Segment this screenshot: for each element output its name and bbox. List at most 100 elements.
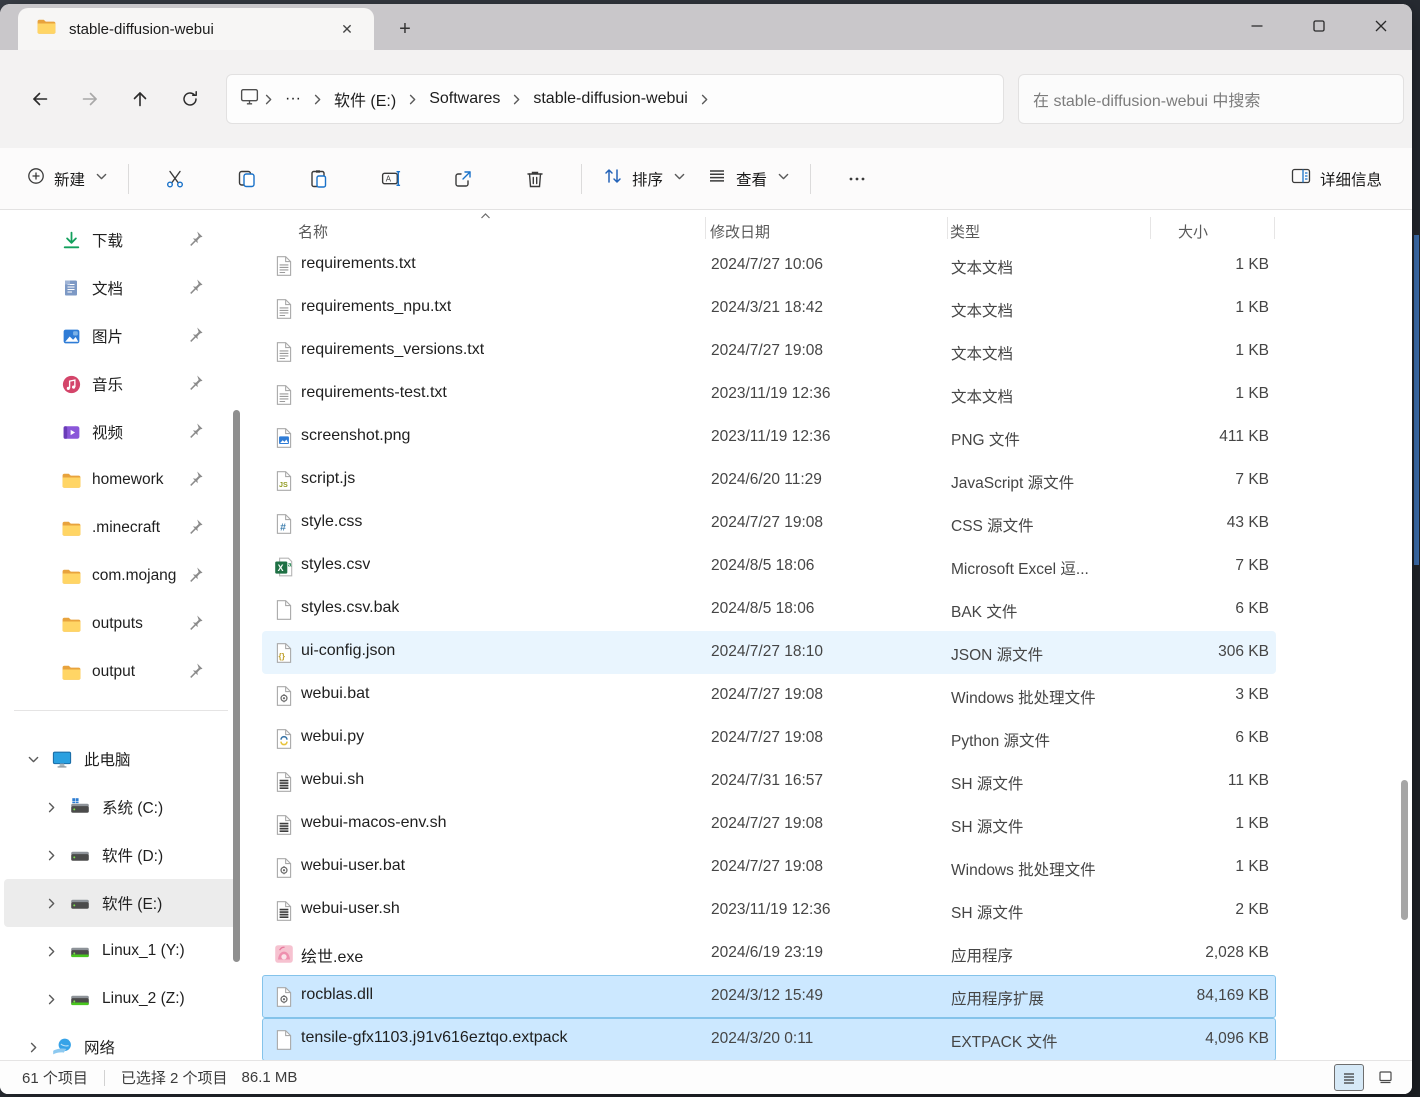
view-button[interactable]: 查看 [696,157,800,200]
column-divider[interactable] [705,217,706,239]
tree-item-label: 系统 (C:) [102,796,163,818]
tree-item-系统 (C:)[interactable]: 系统 (C:) [4,783,238,831]
column-header-date[interactable]: 修改日期 [710,221,770,242]
sidebar-scrollbar[interactable] [233,410,240,962]
breadcrumb-item[interactable]: stable-diffusion-webui [525,86,695,112]
refresh-button[interactable] [168,79,212,119]
sidebar-item-homework[interactable]: homework [4,456,238,504]
file-name: screenshot.png [301,427,410,445]
folder-icon [60,565,82,587]
more-options-button[interactable] [833,159,881,199]
sidebar-item-下载[interactable]: 下载 [4,216,238,264]
file-row[interactable]: requirements-test.txt 2023/11/19 12:36 文… [262,373,1276,416]
file-row[interactable]: JS script.js 2024/6/20 11:29 JavaScript … [262,459,1276,502]
tree-item-软件 (E:)[interactable]: 软件 (E:) [4,879,238,927]
sh-file-icon [273,771,295,793]
column-divider[interactable] [947,217,948,239]
breadcrumb-item[interactable]: ··· [277,86,309,112]
tab-close-icon[interactable]: ✕ [334,16,360,42]
up-button[interactable] [118,79,162,119]
column-divider[interactable] [1150,217,1151,239]
file-row[interactable]: webui.sh 2024/7/31 16:57 SH 源文件 11 KB [262,760,1276,803]
explorer-tab[interactable]: stable-diffusion-webui ✕ [18,8,374,50]
breadcrumb-item[interactable]: 软件 (E:) [326,83,404,115]
details-view-toggle[interactable] [1334,1064,1364,1091]
new-button[interactable]: 新建 [16,158,118,199]
sh-file-icon [273,814,295,836]
file-size: 2,028 KB [1205,944,1269,962]
sidebar-item-output[interactable]: output [4,648,238,696]
file-row[interactable]: requirements.txt 2024/7/27 10:06 文本文档 1 … [262,244,1276,287]
column-header-name[interactable]: 名称 [298,221,328,242]
chevron-right-icon[interactable] [40,897,62,910]
delete-button[interactable] [511,159,559,199]
command-toolbar: 新建 A 排序 查看 [0,148,1412,210]
file-row[interactable]: webui-user.sh 2023/11/19 12:36 SH 源文件 2 … [262,889,1276,932]
column-divider[interactable] [1274,217,1275,239]
file-row[interactable]: webui.bat 2024/7/27 19:08 Windows 批处理文件 … [262,674,1276,717]
file-row[interactable]: requirements_npu.txt 2024/3/21 18:42 文本文… [262,287,1276,330]
window-controls [1226,4,1412,48]
file-size: 1 KB [1235,256,1269,274]
share-button[interactable] [439,159,487,199]
chevron-right-icon[interactable] [22,1041,44,1054]
file-row[interactable]: tensile-gfx1103.j91v616eztqo.extpack 202… [262,1018,1276,1060]
tree-item-此电脑[interactable]: 此电脑 [4,735,238,783]
file-row[interactable]: styles.csv.bak 2024/8/5 18:06 BAK 文件 6 K… [262,588,1276,631]
file-row[interactable]: webui.py 2024/7/27 19:08 Python 源文件 6 KB [262,717,1276,760]
file-list-pane: 名称 修改日期 类型 大小 requirements.txt 2024/7/27… [242,210,1412,1060]
rename-button[interactable]: A [367,159,415,199]
file-row[interactable]: screenshot.png 2023/11/19 12:36 PNG 文件 4… [262,416,1276,459]
file-row[interactable]: # style.css 2024/7/27 19:08 CSS 源文件 43 K… [262,502,1276,545]
sidebar-item-图片[interactable]: 图片 [4,312,238,360]
sidebar-item-视频[interactable]: 视频 [4,408,238,456]
computer-icon [50,748,74,770]
item-count: 61 个项目 [22,1067,88,1088]
cut-button[interactable] [151,159,199,199]
file-row[interactable]: Xa styles.csv 2024/8/5 18:06 Microsoft E… [262,545,1276,588]
file-row[interactable]: webui-macos-env.sh 2024/7/27 19:08 SH 源文… [262,803,1276,846]
file-name: style.css [301,513,362,531]
sidebar-item-label: 文档 [92,277,123,299]
txt-file-icon [273,255,295,277]
txt-file-icon [273,298,295,320]
sidebar-item-文档[interactable]: 文档 [4,264,238,312]
file-row[interactable]: rocblas.dll 2024/3/12 15:49 应用程序扩展 84,16… [262,975,1276,1018]
tree-item-网络[interactable]: 网络 [4,1023,238,1060]
tree-item-Linux_1 (Y:)[interactable]: Linux_1 (Y:) [4,927,238,975]
chevron-right-icon[interactable] [40,945,62,958]
minimize-button[interactable] [1226,4,1288,48]
file-date-modified: 2024/8/5 18:06 [711,600,814,618]
forward-button[interactable] [68,79,112,119]
file-row[interactable]: 绘世.exe 2024/6/19 23:19 应用程序 2,028 KB [262,932,1276,975]
file-list-scrollbar[interactable] [1401,780,1408,920]
new-tab-button[interactable]: + [388,14,422,44]
column-header-size[interactable]: 大小 [1178,221,1208,242]
address-bar[interactable]: ··· 软件 (E:) Softwares stable-diffusion-webu… [226,74,1004,124]
tree-item-Linux_2 (Z:)[interactable]: Linux_2 (Z:) [4,975,238,1023]
maximize-button[interactable] [1288,4,1350,48]
sort-button[interactable]: 排序 [592,157,696,200]
back-button[interactable] [18,79,62,119]
close-button[interactable] [1350,4,1412,48]
sidebar-item-.minecraft[interactable]: .minecraft [4,504,238,552]
sidebar-item-outputs[interactable]: outputs [4,600,238,648]
copy-button[interactable] [223,159,271,199]
details-pane-button[interactable]: 详细信息 [1280,157,1392,200]
chevron-down-icon[interactable] [22,753,44,766]
chevron-right-icon[interactable] [40,849,62,862]
chevron-right-icon [404,93,421,106]
column-header-type[interactable]: 类型 [950,221,980,242]
chevron-right-icon[interactable] [40,993,62,1006]
breadcrumb-item[interactable]: Softwares [421,86,508,112]
file-row[interactable]: {} ui-config.json 2024/7/27 18:10 JSON 源… [262,631,1276,674]
chevron-right-icon[interactable] [40,801,62,814]
large-icons-view-toggle[interactable] [1370,1064,1400,1091]
sidebar-item-音乐[interactable]: 音乐 [4,360,238,408]
search-box[interactable]: 在 stable-diffusion-webui 中搜索 [1018,74,1404,124]
sidebar-item-com.mojang[interactable]: com.mojang [4,552,238,600]
tree-item-软件 (D:)[interactable]: 软件 (D:) [4,831,238,879]
paste-button[interactable] [295,159,343,199]
file-row[interactable]: requirements_versions.txt 2024/7/27 19:0… [262,330,1276,373]
file-row[interactable]: webui-user.bat 2024/7/27 19:08 Windows 批… [262,846,1276,889]
